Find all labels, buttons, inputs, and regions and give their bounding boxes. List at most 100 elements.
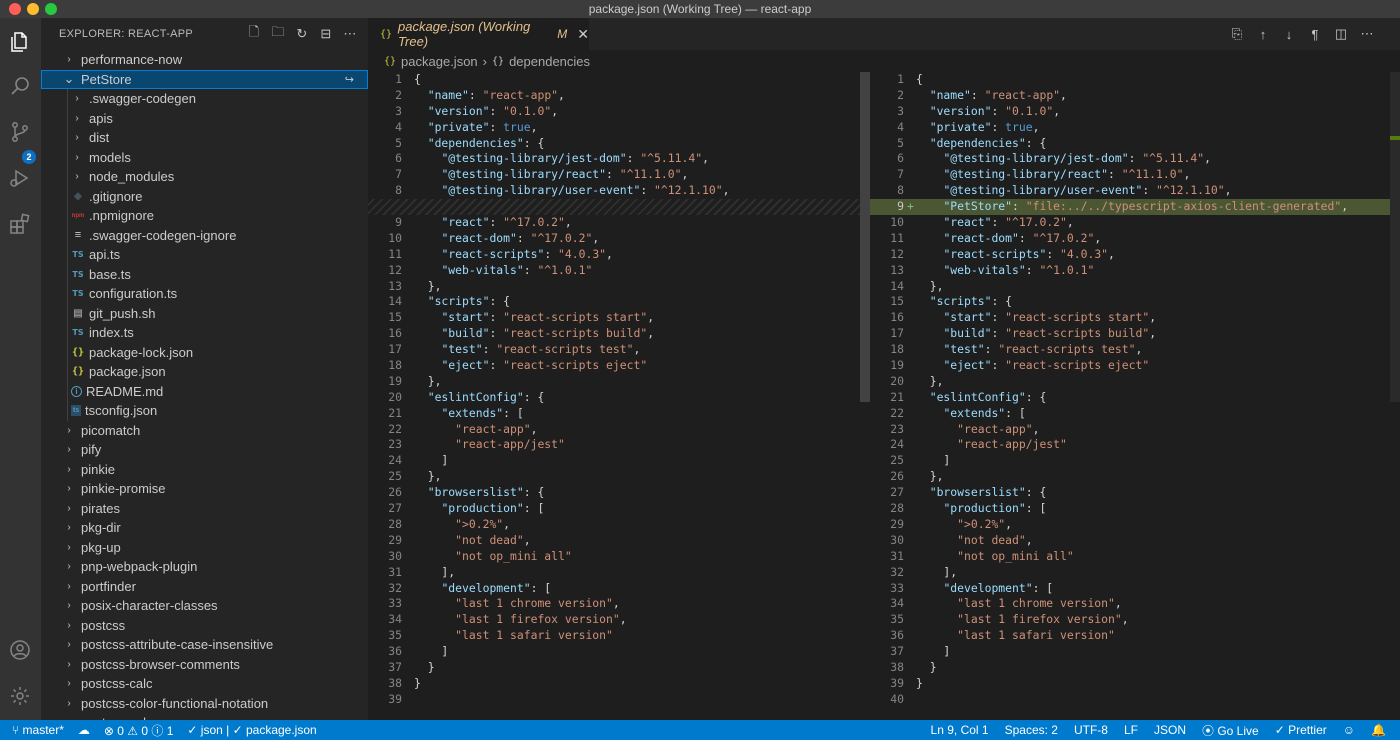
- code-line[interactable]: 26 "browserslist": {: [368, 485, 860, 501]
- tree-folder[interactable]: › apis: [41, 108, 368, 128]
- tree-file[interactable]: TS base.ts: [41, 264, 368, 284]
- code-line[interactable]: 34 "last 1 firefox version",: [368, 612, 860, 628]
- tree-folder[interactable]: › pinkie-promise: [41, 479, 368, 499]
- language-mode[interactable]: JSON: [1154, 723, 1186, 737]
- tree-file[interactable]: i README.md: [41, 381, 368, 401]
- code-line[interactable]: 33 "last 1 chrome version",: [368, 596, 860, 612]
- code-line[interactable]: 38 }: [870, 660, 1398, 676]
- code-line[interactable]: 16 "build": "react-scripts build",: [368, 326, 860, 342]
- tree-file[interactable]: TS configuration.ts: [41, 284, 368, 304]
- code-line[interactable]: 15 "start": "react-scripts start",: [368, 310, 860, 326]
- tree-file[interactable]: ts tsconfig.json: [41, 401, 368, 421]
- code-line[interactable]: 2 "name": "react-app",: [368, 88, 860, 104]
- code-line[interactable]: 13 "web-vitals": "^1.0.1": [870, 263, 1398, 279]
- more-actions-icon[interactable]: ⋯: [342, 26, 358, 42]
- tree-folder[interactable]: › postcss-attribute-case-insensitive: [41, 635, 368, 655]
- tree-folder[interactable]: › pirates: [41, 499, 368, 519]
- code-line[interactable]: 9 "react": "^17.0.2",: [368, 215, 860, 231]
- encoding[interactable]: UTF-8: [1074, 723, 1108, 737]
- end-of-line[interactable]: LF: [1124, 723, 1138, 737]
- split-editor-icon[interactable]: ◫: [1334, 26, 1348, 42]
- branch-indicator[interactable]: ⑂ master*: [12, 723, 64, 737]
- sync-icon[interactable]: ☁: [78, 723, 90, 737]
- code-line[interactable]: 30 "not dead",: [870, 533, 1398, 549]
- tree-file[interactable]: ◆ .gitignore: [41, 186, 368, 206]
- code-line[interactable]: 36 "last 1 safari version": [870, 628, 1398, 644]
- explorer-icon[interactable]: [8, 30, 32, 54]
- code-line[interactable]: 20 "eslintConfig": {: [368, 390, 860, 406]
- code-line[interactable]: 4 "private": true,: [870, 120, 1398, 136]
- tree-file[interactable]: ▤ git_push.sh: [41, 303, 368, 323]
- code-line[interactable]: 1{: [870, 72, 1398, 88]
- code-line[interactable]: 17 "build": "react-scripts build",: [870, 326, 1398, 342]
- tree-folder[interactable]: › posix-character-classes: [41, 596, 368, 616]
- code-line[interactable]: 40: [870, 692, 1398, 708]
- tree-file[interactable]: {} package-lock.json: [41, 342, 368, 362]
- code-line[interactable]: 39: [368, 692, 860, 708]
- code-line[interactable]: 24 "react-app/jest": [870, 437, 1398, 453]
- tree-folder[interactable]: › postcss-calc: [41, 674, 368, 694]
- tree-file[interactable]: TS index.ts: [41, 323, 368, 343]
- code-line[interactable]: 31 "not op_mini all": [870, 549, 1398, 565]
- tree-folder[interactable]: › dist: [41, 128, 368, 148]
- code-line[interactable]: 21 "extends": [: [368, 406, 860, 422]
- indentation[interactable]: Spaces: 2: [1005, 723, 1058, 737]
- code-line[interactable]: 12 "web-vitals": "^1.0.1": [368, 263, 860, 279]
- code-line[interactable]: 11 "react-dom": "^17.0.2",: [870, 231, 1398, 247]
- code-line[interactable]: 38}: [368, 676, 860, 692]
- code-line[interactable]: 25 ]: [870, 453, 1398, 469]
- code-line[interactable]: 3 "version": "0.1.0",: [368, 104, 860, 120]
- code-line[interactable]: 23 "react-app/jest": [368, 437, 860, 453]
- code-line[interactable]: 20 },: [870, 374, 1398, 390]
- code-line[interactable]: 18 "test": "react-scripts test",: [870, 342, 1398, 358]
- code-line[interactable]: 15 "scripts": {: [870, 294, 1398, 310]
- code-line[interactable]: 36 ]: [368, 644, 860, 660]
- code-line[interactable]: 14 "scripts": {: [368, 294, 860, 310]
- account-icon[interactable]: [8, 638, 32, 662]
- code-line[interactable]: 32 "development": [: [368, 581, 860, 597]
- code-line[interactable]: 26 },: [870, 469, 1398, 485]
- tree-file[interactable]: TS api.ts: [41, 245, 368, 265]
- code-line[interactable]: 6 "@testing-library/jest-dom": "^5.11.4"…: [368, 151, 860, 167]
- tree-folder[interactable]: › postcss-color-functional-notation: [41, 694, 368, 714]
- tree-folder[interactable]: › pkg-up: [41, 538, 368, 558]
- code-line[interactable]: 10 "react": "^17.0.2",: [870, 215, 1398, 231]
- code-line[interactable]: 34 "last 1 chrome version",: [870, 596, 1398, 612]
- code-line[interactable]: 10 "react-dom": "^17.0.2",: [368, 231, 860, 247]
- code-line[interactable]: 13 },: [368, 279, 860, 295]
- collapse-all-icon[interactable]: ⊟: [318, 26, 334, 42]
- tree-file[interactable]: {} package.json: [41, 362, 368, 382]
- code-line[interactable]: 5 "dependencies": {: [870, 136, 1398, 152]
- tree-folder[interactable]: › models: [41, 147, 368, 167]
- code-line[interactable]: 8 "@testing-library/user-event": "^12.1.…: [870, 183, 1398, 199]
- code-line[interactable]: 4 "private": true,: [368, 120, 860, 136]
- previous-change-icon[interactable]: ↑: [1256, 26, 1270, 42]
- diff-original-pane[interactable]: 1{2 "name": "react-app", 3 "version": "0.…: [368, 72, 860, 720]
- extensions-icon[interactable]: [8, 212, 32, 236]
- code-line[interactable]: 11 "react-scripts": "4.0.3",: [368, 247, 860, 263]
- code-line[interactable]: 21 "eslintConfig": {: [870, 390, 1398, 406]
- diff-modified-pane[interactable]: 1{2 "name": "react-app", 3 "version": "0.…: [870, 72, 1398, 720]
- code-line[interactable]: 18 "eject": "react-scripts eject": [368, 358, 860, 374]
- code-line[interactable]: 19 "eject": "react-scripts eject": [870, 358, 1398, 374]
- more-actions-icon[interactable]: ⋯: [1360, 26, 1374, 42]
- tree-folder[interactable]: › pify: [41, 440, 368, 460]
- code-line[interactable]: 23 "react-app",: [870, 422, 1398, 438]
- code-line[interactable]: 1{: [368, 72, 860, 88]
- code-line[interactable]: 8 "@testing-library/user-event": "^12.1.…: [368, 183, 860, 199]
- code-line[interactable]: 16 "start": "react-scripts start",: [870, 310, 1398, 326]
- tree-folder[interactable]: ⌄ PetStore ↪: [41, 69, 368, 89]
- tree-folder[interactable]: › pnp-webpack-plugin: [41, 557, 368, 577]
- added-code-line[interactable]: 9 + "PetStore": "file:../../typescript-ax…: [870, 199, 1398, 216]
- toggle-whitespace-icon[interactable]: ¶: [1308, 26, 1322, 42]
- code-line[interactable]: 39}: [870, 676, 1398, 692]
- code-line[interactable]: 29 "not dead",: [368, 533, 860, 549]
- tree-folder[interactable]: › portfinder: [41, 577, 368, 597]
- code-line[interactable]: 35 "last 1 firefox version",: [870, 612, 1398, 628]
- tree-folder[interactable]: › performance-now: [41, 50, 368, 70]
- code-line[interactable]: 24 ]: [368, 453, 860, 469]
- tree-file[interactable]: npm .npmignore: [41, 206, 368, 226]
- search-icon[interactable]: [8, 74, 32, 98]
- tree-folder[interactable]: › pkg-dir: [41, 518, 368, 538]
- breadcrumb-file[interactable]: package.json: [401, 54, 478, 69]
